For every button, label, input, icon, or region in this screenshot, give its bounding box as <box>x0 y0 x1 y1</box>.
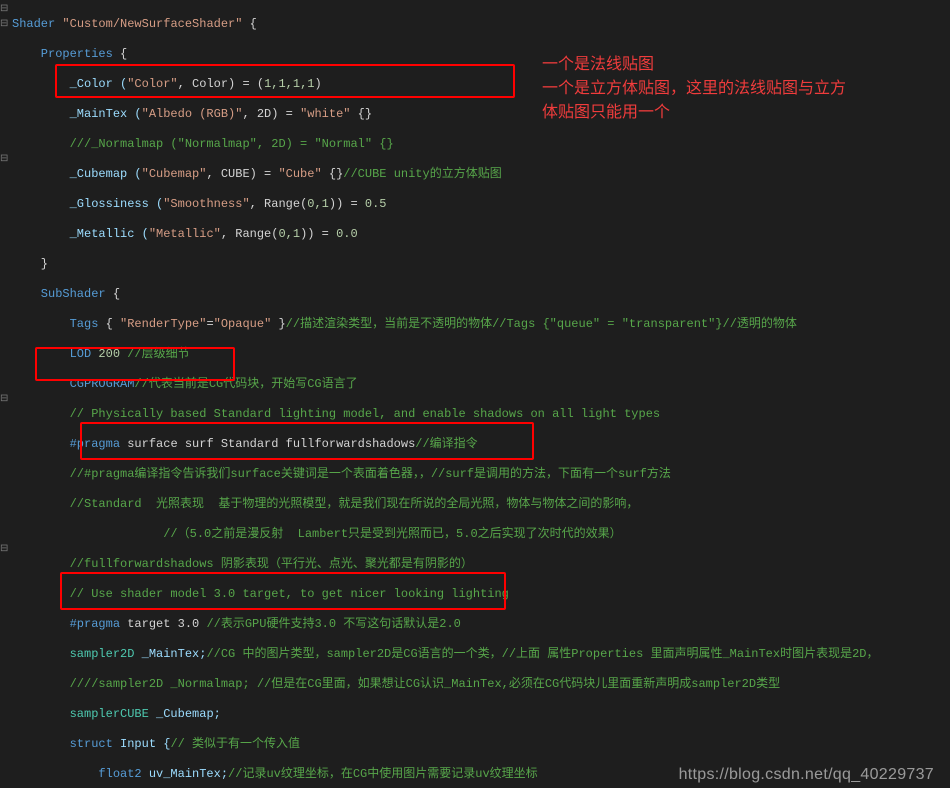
code-line: samplerCUBE _Cubemap; <box>12 707 938 722</box>
code-line: struct Input {// 类似于有一个传入值 <box>12 737 938 752</box>
code-line: // Physically based Standard lighting mo… <box>12 407 938 422</box>
code-editor: Shader "Custom/NewSurfaceShader" { Prope… <box>12 2 938 788</box>
code-line: sampler2D _MainTex;//CG 中的图片类型，sampler2D… <box>12 647 938 662</box>
code-line: Tags { "RenderType"="Opaque" }//描述渲染类型，当… <box>12 317 938 332</box>
annotation-normalmap: 一个是法线贴图 <box>542 54 654 76</box>
code-line: ////sampler2D _Normalmap; //但是在CG里面，如果想让… <box>12 677 938 692</box>
code-line: LOD 200 //层级细节 <box>12 347 938 362</box>
code-line: _Glossiness ("Smoothness", Range(0,1)) =… <box>12 197 938 212</box>
watermark: https://blog.csdn.net/qq_40229737 <box>679 767 934 782</box>
code-line: //#pragma编译指令告诉我们surface关键词是一个表面着色器，，//s… <box>12 467 938 482</box>
code-line: Shader "Custom/NewSurfaceShader" { <box>12 17 938 32</box>
code-line: //（5.0之前是漫反射 Lambert只是受到光照而已，5.0之后实现了次时代… <box>12 527 938 542</box>
code-line: #pragma target 3.0 //表示GPU硬件支持3.0 不写这句话默… <box>12 617 938 632</box>
code-line: //fullforwardshadows 阴影表现（平行光、点光、聚光都是有阴影… <box>12 557 938 572</box>
code-line: //Standard 光照表现 基于物理的光照模型，就是我们现在所说的全局光照，… <box>12 497 938 512</box>
code-line: // Use shader model 3.0 target, to get n… <box>12 587 938 602</box>
annotation-cubemap-1: 一个是立方体贴图，这里的法线贴图与立方 <box>542 78 846 100</box>
code-line: SubShader { <box>12 287 938 302</box>
code-line: ///_Normalmap ("Normalmap", 2D) = "Norma… <box>12 137 938 152</box>
code-line: } <box>12 257 938 272</box>
code-line: _Metallic ("Metallic", Range(0,1)) = 0.0 <box>12 227 938 242</box>
code-line: Properties { <box>12 47 938 62</box>
code-line: #pragma surface surf Standard fullforwar… <box>12 437 938 452</box>
annotation-cubemap-2: 体贴图只能用一个 <box>542 102 670 124</box>
code-line: _Cubemap ("Cubemap", CUBE) = "Cube" {}//… <box>12 167 938 182</box>
code-line: CGPROGRAM//代表当前是CG代码块，开始写CG语言了 <box>12 377 938 392</box>
code-line: _MainTex ("Albedo (RGB)", 2D) = "white" … <box>12 107 938 122</box>
